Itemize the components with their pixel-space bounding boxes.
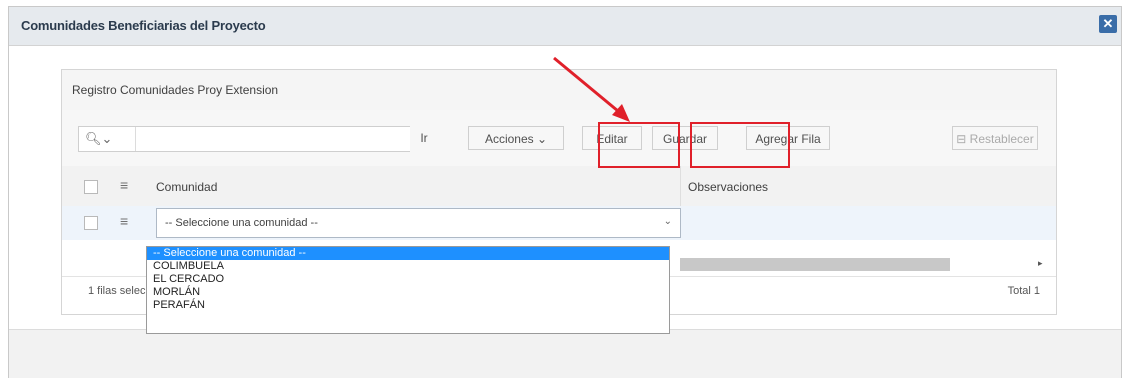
comunidad-dropdown-list: -- Seleccione una comunidad -- COLIMBUEL… [146,246,670,334]
dropdown-option[interactable]: PERAFÁN [147,299,669,312]
dropdown-option[interactable]: -- Seleccione una comunidad -- [147,247,669,260]
dropdown-option[interactable]: MORLÁN [147,286,669,299]
dropdown-option[interactable]: EL CERCADO [147,273,669,286]
dropdown-option[interactable]: COLIMBUELA [147,260,669,273]
